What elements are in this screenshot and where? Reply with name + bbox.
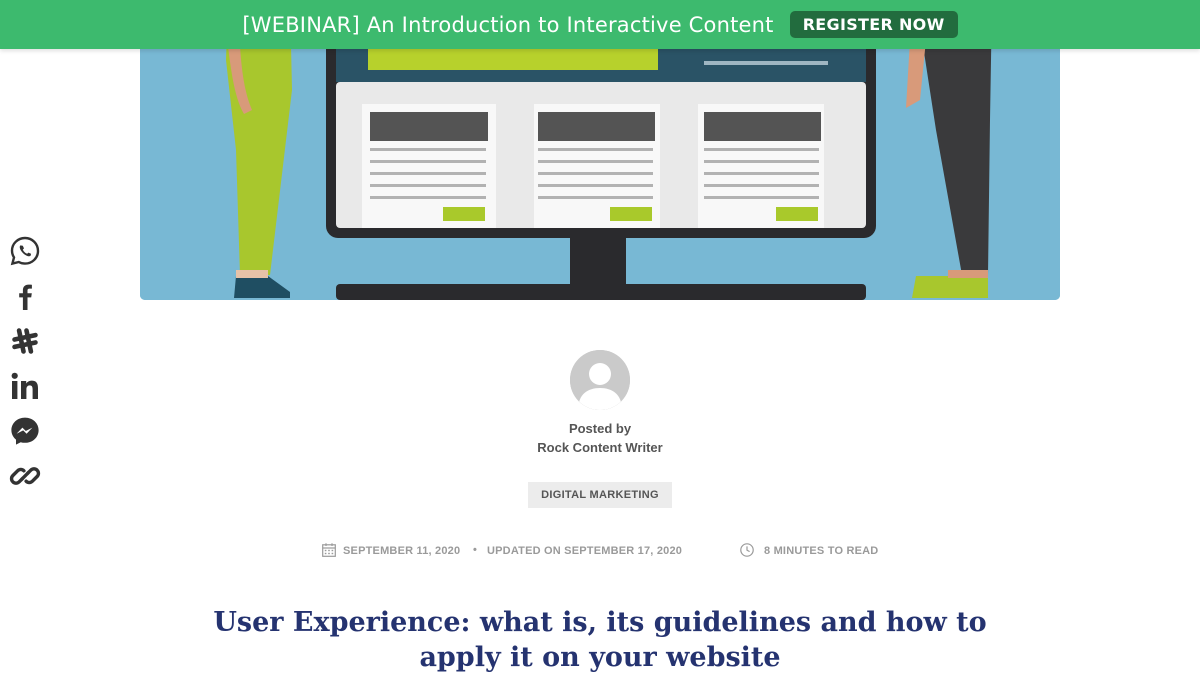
webinar-banner: [WEBINAR] An Introduction to Interactive… [0, 0, 1200, 49]
default-user-icon [570, 350, 630, 410]
meta-separator: • [473, 544, 478, 556]
slack-icon[interactable] [8, 324, 42, 358]
article-title: User Experience: what is, its guidelines… [213, 607, 987, 673]
whatsapp-icon[interactable] [8, 234, 42, 268]
clock-icon [740, 543, 754, 557]
read-time: 8 MINUTES TO READ [764, 545, 879, 557]
facebook-icon[interactable] [8, 279, 42, 313]
register-now-button[interactable]: REGISTER NOW [789, 11, 958, 38]
author-avatar[interactable] [570, 350, 630, 410]
author-name[interactable]: Rock Content Writer [0, 440, 1200, 455]
publish-date: SEPTEMBER 11, 2020 [343, 545, 461, 557]
category-tag[interactable]: DIGITAL MARKETING [528, 482, 672, 508]
calendar-icon [322, 543, 336, 557]
share-bar [8, 234, 42, 504]
linkedin-icon[interactable] [8, 369, 42, 403]
posted-by-label: Posted by [568, 421, 632, 436]
banner-text[interactable]: [WEBINAR] An Introduction to Interactive… [242, 13, 773, 37]
link-icon[interactable] [8, 459, 42, 493]
updated-date: UPDATED ON SEPTEMBER 17, 2020 [487, 545, 683, 557]
article-meta: SEPTEMBER 11, 2020 • UPDATED ON SEPTEMBE… [0, 543, 1200, 559]
